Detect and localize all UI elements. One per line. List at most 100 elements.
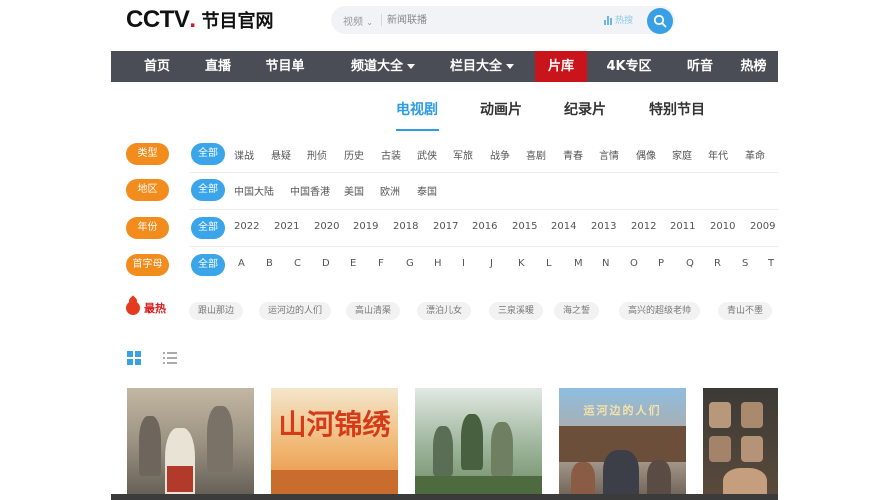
filter-option[interactable]: 历史 [344,147,364,162]
divider [190,209,778,210]
tab-animation[interactable]: 动画片 [480,99,522,119]
filter-option[interactable]: 2011 [670,221,695,232]
filter-option[interactable]: 古装 [381,147,401,162]
filter-option[interactable]: 2010 [710,221,735,232]
nav-item-schedule[interactable]: 节目单 [233,51,337,82]
filter-option[interactable]: C [294,258,301,269]
filter-option[interactable]: I [462,258,465,269]
filter-label: 年份 [126,217,169,239]
filter-option[interactable]: 全部 [191,217,225,239]
filter-option[interactable]: 家庭 [672,147,692,162]
filter-row-year: 年份 全部 2022 2021 2020 2019 2018 2017 2016… [126,217,778,241]
hot-tag[interactable]: 三泉溪暖 [489,302,544,320]
filter-option[interactable]: 2009 [750,221,775,232]
filter-option[interactable]: 刑侦 [307,147,327,162]
nav-item-channels[interactable]: 频道大全 [337,51,429,82]
filter-option[interactable]: O [630,258,638,269]
filter-option[interactable]: P [658,258,664,269]
filter-option[interactable]: T [768,258,774,269]
nav-item-audio[interactable]: 听音 [671,51,729,82]
poster-card[interactable]: 山河锦绣 [271,388,398,500]
filter-option[interactable]: 年代 [708,147,728,162]
cctv-logo[interactable]: CCTV. 节目官网 [126,6,274,34]
filter-option[interactable]: 2013 [591,221,616,232]
filter-option[interactable]: 谍战 [234,147,254,162]
nav-item-home[interactable]: 首页 [111,51,203,82]
filter-option[interactable]: F [378,258,384,269]
filter-option[interactable]: 喜剧 [526,147,546,162]
filter-option[interactable]: 2019 [353,221,378,232]
filter-option[interactable]: 2012 [631,221,656,232]
nav-item-columns[interactable]: 栏目大全 [429,51,535,82]
filter-option[interactable]: E [350,258,356,269]
hot-tag[interactable]: 高山清渠 [346,302,401,320]
caret-down-icon [407,64,415,69]
poster-card[interactable] [127,388,254,500]
filter-option[interactable]: 悬疑 [271,147,291,162]
filter-option[interactable]: M [574,258,583,269]
filter-option[interactable]: R [714,258,721,269]
filter-option[interactable]: H [434,258,442,269]
poster-figure [433,426,453,476]
tab-special[interactable]: 特别节目 [649,99,705,119]
filter-option[interactable]: 偶像 [636,147,656,162]
filter-option[interactable]: 武侠 [417,147,437,162]
search-button[interactable] [647,8,673,34]
filter-option[interactable]: 青春 [563,147,583,162]
filter-option[interactable]: 2014 [551,221,576,232]
filter-option[interactable]: 2022 [234,221,259,232]
hot-tag[interactable]: 海之誓 [554,302,600,320]
filter-option[interactable]: 革命 [745,147,765,162]
poster-card[interactable] [415,388,542,500]
tab-documentary[interactable]: 纪录片 [564,99,606,119]
filter-option[interactable]: 2017 [433,221,458,232]
filter-option[interactable]: 军旅 [453,147,473,162]
filter-option[interactable]: N [602,258,609,269]
nav-item-label: 栏目大全 [449,59,502,74]
filter-option[interactable]: 泰国 [417,183,437,198]
filter-option[interactable]: 2021 [274,221,299,232]
poster-card[interactable] [703,388,778,500]
nav-item-hot-list[interactable]: 热榜 [729,51,778,82]
hot-tag[interactable]: 高兴的超级老帅 [619,302,701,320]
filter-option[interactable]: 全部 [191,254,225,276]
hot-tag[interactable]: 跟山那边 [189,302,244,320]
hot-search-link[interactable]: 热搜 [604,13,633,26]
nav-item-library[interactable]: 片库 [535,51,587,82]
filter-option[interactable]: 欧洲 [380,183,400,198]
hot-tag[interactable]: 青山不墨 [718,302,773,320]
filter-option[interactable]: J [490,258,493,269]
filter-option[interactable]: Q [686,258,694,269]
logo-dot: . [189,6,196,33]
grid-view-icon[interactable] [127,351,141,365]
filter-option[interactable]: 言情 [599,147,619,162]
filter-option[interactable]: 全部 [191,143,225,165]
filter-option[interactable]: G [406,258,414,269]
nav-item-live[interactable]: 直播 [203,51,233,82]
filter-option[interactable]: B [266,258,273,269]
filter-option[interactable]: 2016 [472,221,497,232]
search-input[interactable] [387,10,587,30]
search-type-select[interactable]: 视频 ⌄ [343,13,373,28]
filter-option[interactable]: 美国 [344,183,364,198]
filter-option[interactable]: 战争 [490,147,510,162]
poster-face [741,402,763,428]
poster-figure [491,422,513,476]
filter-option[interactable]: 中国香港 [290,183,330,198]
list-view-icon[interactable] [163,351,177,365]
hot-tag[interactable]: 漂泊儿女 [417,302,472,320]
filter-option[interactable]: A [238,258,245,269]
tab-tv-series[interactable]: 电视剧 [396,99,438,119]
filter-option[interactable]: 全部 [191,179,225,201]
filter-option[interactable]: S [742,258,748,269]
filter-option[interactable]: 2018 [393,221,418,232]
nav-item-4k[interactable]: 4K专区 [587,51,671,82]
filter-option[interactable]: D [322,258,330,269]
filter-option[interactable]: 2020 [314,221,339,232]
poster-card[interactable]: 运河边的人们 [559,388,686,500]
hot-tag[interactable]: 运河边的人们 [259,302,332,320]
filter-option[interactable]: 2015 [512,221,537,232]
filter-option[interactable]: K [518,258,525,269]
filter-option[interactable]: L [546,258,552,269]
filter-option[interactable]: 中国大陆 [234,183,274,198]
